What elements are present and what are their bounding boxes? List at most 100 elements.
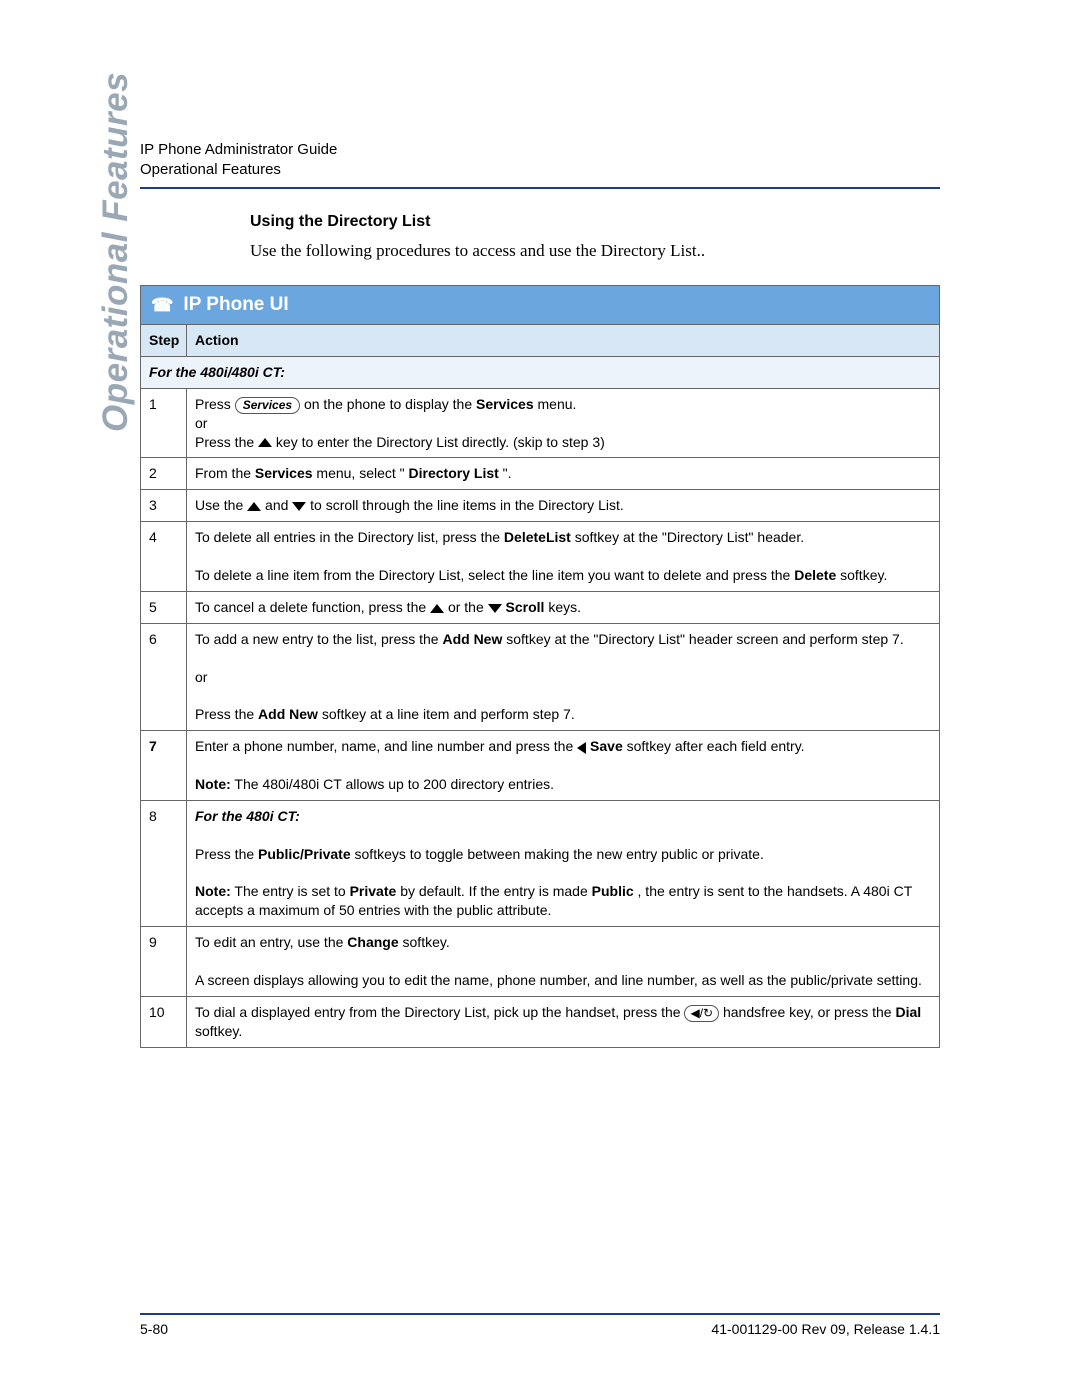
col-action: Action (187, 325, 940, 357)
text: Change (347, 934, 398, 950)
step-num: 8 (141, 800, 187, 926)
step-action: For the 480i CT: Press the Public/Privat… (187, 800, 940, 926)
text: To delete a line item from the Directory… (195, 567, 794, 583)
text: key to enter the Directory List directly… (276, 434, 605, 450)
step-action: Use the and to scroll through the line i… (187, 490, 940, 522)
step-action: To dial a displayed entry from the Direc… (187, 996, 940, 1047)
table-row: 2 From the Services menu, select " Direc… (141, 458, 940, 490)
text: Press the (195, 434, 258, 450)
subhead-480i: For the 480i/480i CT: (141, 356, 940, 388)
section-title: Using the Directory List (140, 213, 940, 231)
page-footer: 5-80 41-001129-00 Rev 09, Release 1.4.1 (140, 1313, 940, 1337)
text: Note: (195, 776, 231, 792)
text: or (195, 669, 207, 685)
text: softkey. (840, 567, 887, 583)
page-number: 5-80 (140, 1321, 168, 1337)
text: softkey. (195, 1023, 242, 1039)
text: Use the (195, 497, 247, 513)
handsfree-key-icon: ◀/↻ (684, 1005, 719, 1022)
step-num: 10 (141, 996, 187, 1047)
text: Note: (195, 883, 231, 899)
step-action: Press Services on the phone to display t… (187, 388, 940, 458)
text: keys. (548, 599, 581, 615)
text: softkeys to toggle between making the ne… (355, 846, 764, 862)
text: To dial a displayed entry from the Direc… (195, 1004, 684, 1020)
up-arrow-icon (247, 502, 261, 511)
text: Services (476, 396, 534, 412)
text: and (265, 497, 292, 513)
table-row: 9 To edit an entry, use the Change softk… (141, 927, 940, 997)
step-action: To add a new entry to the list, press th… (187, 623, 940, 730)
text: or (195, 415, 207, 431)
text: A screen displays allowing you to edit t… (195, 972, 922, 988)
text: From the (195, 465, 255, 481)
text: by default. If the entry is made (400, 883, 591, 899)
table-row: 6 To add a new entry to the list, press … (141, 623, 940, 730)
phone-icon: ☎ (151, 295, 173, 316)
table-row: 8 For the 480i CT: Press the Public/Priv… (141, 800, 940, 926)
text: Add New (258, 706, 318, 722)
procedure-title-bar: ☎ IP Phone UI (140, 285, 940, 324)
text: to scroll through the line items in the … (310, 497, 624, 513)
up-arrow-icon (258, 438, 272, 447)
table-row: 7 Enter a phone number, name, and line n… (141, 731, 940, 801)
table-row: 4 To delete all entries in the Directory… (141, 522, 940, 592)
text: Directory List (409, 465, 499, 481)
doc-revision: 41-001129-00 Rev 09, Release 1.4.1 (711, 1321, 940, 1337)
text: The entry is set to (234, 883, 349, 899)
step-num: 9 (141, 927, 187, 997)
section-intro: Use the following procedures to access a… (140, 241, 940, 261)
side-tab-label: Operational Features (98, 72, 133, 432)
text: Enter a phone number, name, and line num… (195, 738, 577, 754)
footer-rule (140, 1313, 940, 1315)
step-num: 5 (141, 591, 187, 623)
header-line-1: IP Phone Administrator Guide (140, 140, 940, 160)
text: Save (590, 738, 623, 754)
step-action: To delete all entries in the Directory l… (187, 522, 940, 592)
subhead-480i-ct: For the 480i CT: (195, 808, 300, 824)
step-num: 4 (141, 522, 187, 592)
table-row: 10 To dial a displayed entry from the Di… (141, 996, 940, 1047)
text: softkey at the "Directory List" header s… (506, 631, 903, 647)
down-arrow-icon (292, 502, 306, 511)
text: Public/Private (258, 846, 351, 862)
text: DeleteList (504, 529, 571, 545)
text: on the phone to display the (304, 396, 476, 412)
text: To add a new entry to the list, press th… (195, 631, 442, 647)
text: Private (350, 883, 397, 899)
text: The 480i/480i CT allows up to 200 direct… (234, 776, 554, 792)
text: Scroll (506, 599, 545, 615)
text: softkey. (403, 934, 450, 950)
text: To cancel a delete function, press the (195, 599, 430, 615)
text: handsfree key, or press the (723, 1004, 896, 1020)
text: Dial (895, 1004, 921, 1020)
step-action: To edit an entry, use the Change softkey… (187, 927, 940, 997)
col-step: Step (141, 325, 187, 357)
step-action: Enter a phone number, name, and line num… (187, 731, 940, 801)
text: Delete (794, 567, 836, 583)
text: softkey after each field entry. (627, 738, 805, 754)
text: softkey at the "Directory List" header. (575, 529, 804, 545)
text: Public (592, 883, 634, 899)
up-arrow-icon (430, 604, 444, 613)
text: ". (503, 465, 512, 481)
text: Press (195, 396, 235, 412)
step-num: 2 (141, 458, 187, 490)
services-key-icon: Services (235, 397, 300, 414)
step-action: From the Services menu, select " Directo… (187, 458, 940, 490)
step-num: 3 (141, 490, 187, 522)
header-line-2: Operational Features (140, 160, 940, 180)
left-arrow-icon (577, 742, 586, 754)
text: Press the (195, 846, 258, 862)
text: menu, select " (316, 465, 404, 481)
procedure-table: Step Action For the 480i/480i CT: 1 Pres… (140, 324, 940, 1048)
header-rule (140, 187, 940, 189)
down-arrow-icon (488, 604, 502, 613)
text: To delete all entries in the Directory l… (195, 529, 504, 545)
table-row: 5 To cancel a delete function, press the… (141, 591, 940, 623)
text: menu. (538, 396, 577, 412)
table-row: 1 Press Services on the phone to display… (141, 388, 940, 458)
text: softkey at a line item and perform step … (322, 706, 575, 722)
procedure-title: IP Phone UI (183, 294, 288, 316)
step-action: To cancel a delete function, press the o… (187, 591, 940, 623)
